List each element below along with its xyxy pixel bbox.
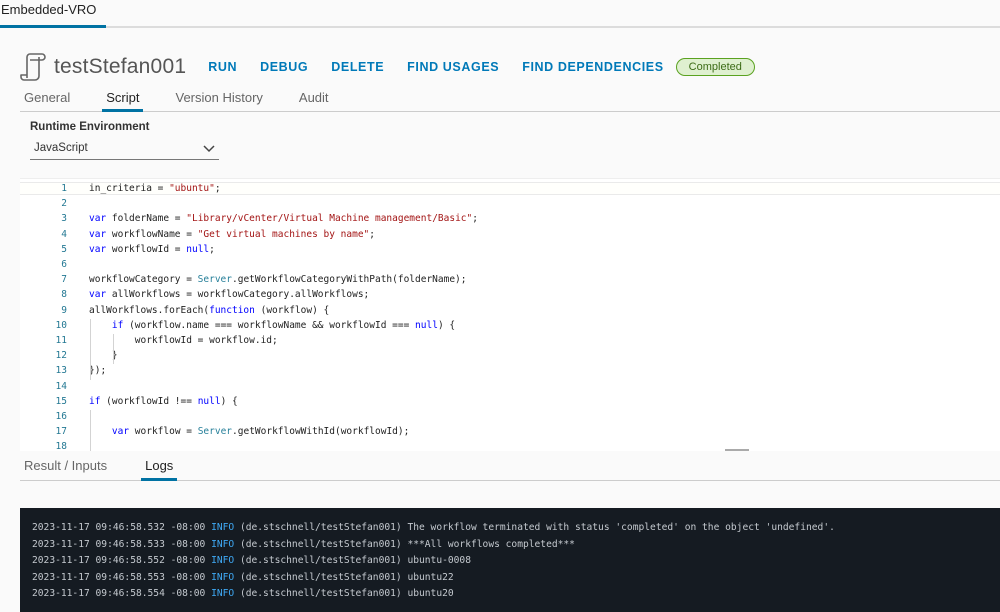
find-dependencies-button[interactable]: FIND DEPENDENCIES	[522, 60, 663, 74]
line-number: 15	[55, 395, 67, 407]
log-timestamp: 2023-11-17 09:46:58.554 -08:00	[32, 588, 212, 599]
code-text: if (workflowId !== null) {	[89, 395, 238, 407]
workflow-scroll-icon	[20, 53, 46, 81]
code-text: });	[89, 365, 107, 377]
code-line: 7 workflowCategory = Server.getWorkflowCa…	[20, 273, 1000, 286]
line-number: 7	[61, 274, 67, 286]
line-number: 2	[61, 198, 67, 210]
code-line: 11 workflowId = workflow.id;	[20, 334, 1000, 347]
tab-version-history[interactable]: Version History	[171, 88, 266, 112]
line-number: 5	[61, 243, 67, 255]
log-timestamp: 2023-11-17 09:46:58.553 -08:00	[32, 571, 212, 583]
runtime-selected-value: JavaScript	[34, 142, 88, 154]
code-text: workflowCategory = Server.getWorkflowCat…	[89, 274, 467, 286]
delete-button[interactable]: DELETE	[331, 60, 384, 74]
code-line: 8 var allWorkflows = workflowCategory.all…	[20, 288, 1000, 301]
log-level: INFO	[211, 538, 235, 550]
indent-guide	[90, 318, 91, 380]
line-number: 4	[61, 228, 67, 240]
tab-audit[interactable]: Audit	[295, 88, 333, 112]
log-message: (de.stschnell/testStefan001) ubuntu22	[234, 571, 454, 583]
top-tab-bar: Embedded-VRO	[0, 0, 1000, 28]
line-number: 1	[61, 183, 67, 194]
code-line: 15 if (workflowId !== null) {	[20, 395, 1000, 408]
code-text: var folderName = "Library/vCenter/Virtua…	[89, 213, 478, 225]
code-line: 12 }	[20, 349, 1000, 362]
log-level: INFO	[211, 522, 235, 533]
code-line: 18	[20, 440, 1000, 451]
indent-guide	[112, 334, 114, 365]
code-text: var workflow = Server.getWorkflowWithId(…	[111, 426, 410, 438]
runtime-environment-select[interactable]: JavaScript	[30, 142, 219, 160]
code-text: in_criteria = "ubuntu";	[89, 183, 221, 194]
workflow-header: testStefan001 RUN DEBUG DELETE FIND USAG…	[20, 50, 755, 84]
log-level: INFO	[211, 571, 235, 583]
runtime-environment-label: Runtime Environment	[30, 121, 150, 133]
line-number: 10	[55, 319, 67, 331]
code-line: 13});	[20, 364, 1000, 377]
chevron-down-icon	[203, 145, 215, 153]
line-number: 9	[61, 304, 67, 316]
log-line: 2023-11-17 09:46:58.532 -08:00 INFO (de.…	[32, 520, 1000, 537]
code-text: var workflowId = null;	[89, 243, 215, 255]
code-text: allWorkflows.forEach(function (workflow)…	[89, 304, 330, 316]
tab-logs[interactable]: Logs	[141, 458, 178, 481]
result-tabs: Result / Inputs Logs	[20, 451, 1000, 481]
log-message: (de.stschnell/testStefan001) ***All work…	[234, 538, 575, 550]
line-number: 18	[55, 441, 67, 451]
debug-button[interactable]: DEBUG	[260, 60, 308, 74]
line-number: 14	[55, 380, 67, 392]
logs-panel: 2023-11-17 09:46:58.532 -08:00 INFO (de.…	[20, 508, 1000, 612]
code-editor[interactable]: 1 in_criteria = "ubuntu"; 2 3 var folderName…	[20, 178, 1000, 451]
code-line: 4 var workflowName = "Get virtual machine…	[20, 228, 1000, 241]
status-badge: Completed	[675, 58, 755, 76]
code-line: 3 var folderName = "Library/vCenter/Virtu…	[20, 212, 1000, 225]
code-text: if (workflow.name === workflowName && wo…	[111, 319, 456, 331]
line-number: 12	[55, 350, 67, 362]
code-line: 5 var workflowId = null;	[20, 243, 1000, 256]
code-line: 6	[20, 258, 1000, 271]
line-number: 8	[61, 289, 67, 301]
log-level: INFO	[211, 588, 235, 599]
tab-script[interactable]: Script	[102, 88, 144, 112]
log-message: (de.stschnell/testStefan001) ubuntu20	[234, 588, 454, 599]
line-number: 17	[55, 426, 67, 438]
code-line: 1 in_criteria = "ubuntu";	[20, 182, 1000, 195]
workflow-tabs: General Script Version History Audit	[20, 88, 1000, 112]
log-message: (de.stschnell/testStefan001) The workflo…	[234, 522, 835, 533]
line-number: 6	[61, 259, 67, 270]
log-level: INFO	[211, 555, 235, 566]
workflow-title: testStefan001	[54, 55, 187, 78]
line-number: 11	[55, 335, 67, 346]
tab-embedded-vro[interactable]: Embedded-VRO	[0, 0, 106, 28]
line-number: 13	[55, 365, 67, 377]
code-line: 14	[20, 380, 1000, 393]
line-number: 3	[61, 213, 67, 225]
line-number: 16	[55, 411, 67, 422]
code-line: 2	[20, 197, 1000, 210]
run-button[interactable]: RUN	[208, 60, 237, 74]
log-line: 2023-11-17 09:46:58.552 -08:00 INFO (de.…	[32, 553, 1000, 570]
code-line: 9 allWorkflows.forEach(function (workflow…	[20, 304, 1000, 317]
log-line: 2023-11-17 09:46:58.553 -08:00 INFO (de.…	[32, 570, 1000, 587]
code-line: 16	[20, 410, 1000, 423]
log-line: 2023-11-17 09:46:58.533 -08:00 INFO (de.…	[32, 537, 1000, 554]
code-line: 10 if (workflow.name === workflowName &&…	[20, 319, 1000, 332]
log-message: (de.stschnell/testStefan001) ubuntu-0008	[234, 555, 471, 566]
code-text: var workflowName = "Get virtual machines…	[89, 228, 376, 240]
log-timestamp: 2023-11-17 09:46:58.532 -08:00	[32, 522, 212, 533]
log-line: 2023-11-17 09:46:58.554 -08:00 INFO (de.…	[32, 586, 1000, 603]
code-line: 17 var workflow = Server.getWorkflowWith…	[20, 425, 1000, 438]
find-usages-button[interactable]: FIND USAGES	[407, 60, 499, 74]
code-text: workflowId = workflow.id;	[89, 335, 278, 346]
code-text: var allWorkflows = workflowCategory.allW…	[89, 289, 370, 301]
tab-general[interactable]: General	[20, 88, 74, 112]
log-timestamp: 2023-11-17 09:46:58.533 -08:00	[32, 538, 212, 550]
tab-result-inputs[interactable]: Result / Inputs	[20, 458, 111, 481]
log-timestamp: 2023-11-17 09:46:58.552 -08:00	[32, 555, 212, 566]
indent-guide	[90, 410, 91, 451]
